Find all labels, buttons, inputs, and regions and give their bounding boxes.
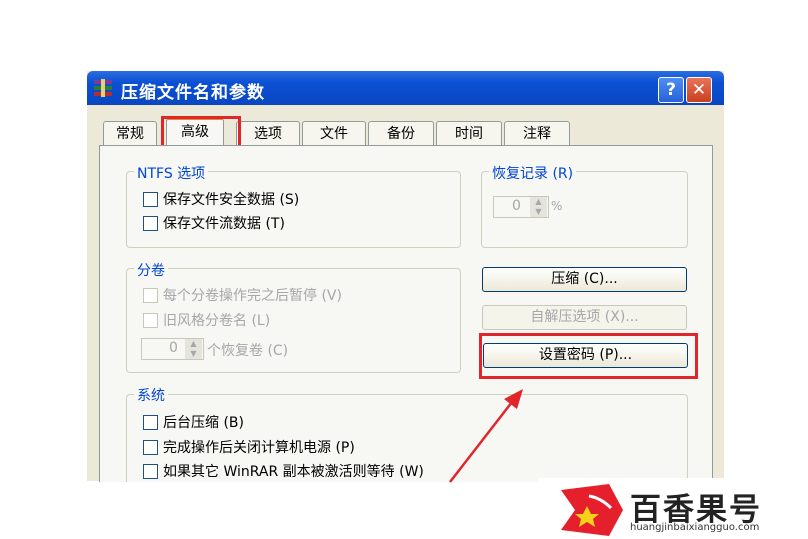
watermark-url: huangjinbaixiangguo.com [630,522,760,533]
annotation-arrow [449,389,523,483]
watermark-logo [561,484,623,536]
